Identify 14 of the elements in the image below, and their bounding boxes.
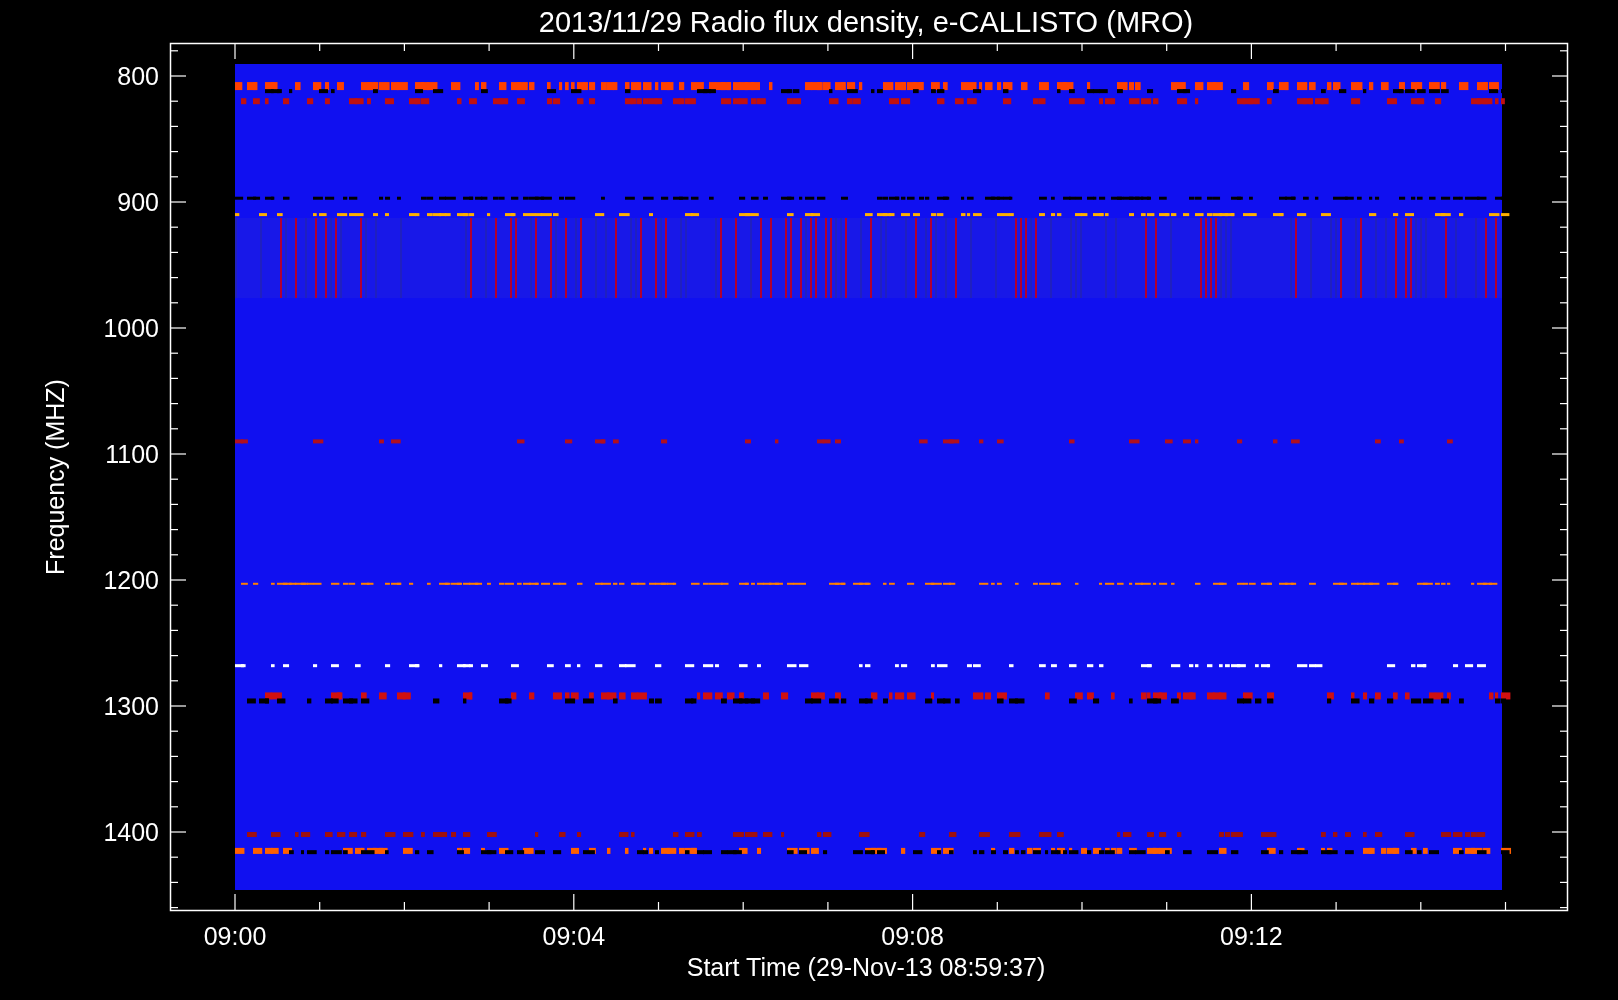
- y-tick-label: 1000: [103, 314, 159, 342]
- x-tick-label: 09:12: [1220, 922, 1283, 950]
- y-tick-label: 1100: [105, 440, 159, 468]
- y-tick-label: 1200: [103, 566, 159, 594]
- y-tick-label: 800: [117, 62, 159, 90]
- x-tick-label: 09:04: [542, 922, 606, 950]
- x-axis-label: Start Time (29-Nov-13 08:59:37): [686, 953, 1046, 981]
- y-tick-label: 1400: [103, 818, 159, 846]
- y-axis-label: Frequency (MHZ): [41, 379, 69, 575]
- plot-title: 2013/11/29 Radio flux density, e-CALLISTO (MRO): [538, 6, 1194, 38]
- x-tick-label: 09:00: [203, 922, 267, 950]
- y-tick-label: 1300: [103, 692, 159, 720]
- x-tick-label: 09:08: [881, 922, 944, 950]
- y-tick-label: 900: [117, 188, 159, 216]
